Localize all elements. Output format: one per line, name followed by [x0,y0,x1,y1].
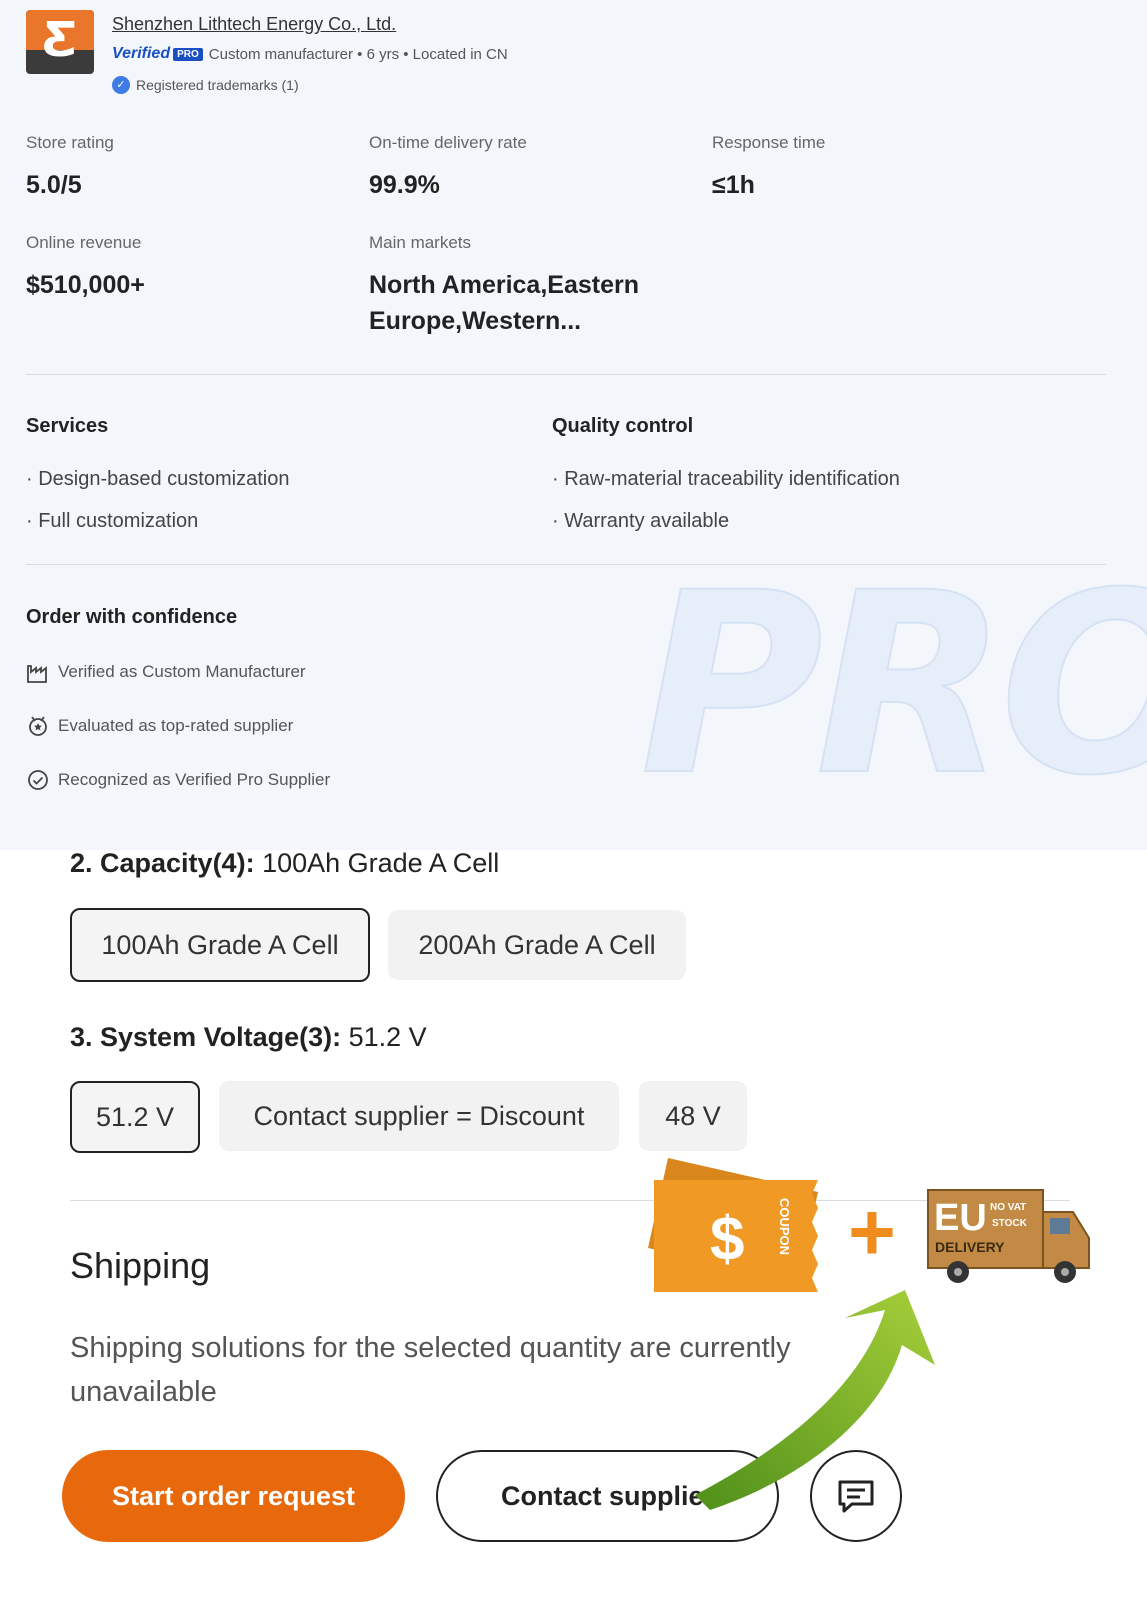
stat-store-rating: Store rating 5.0/5 [26,133,114,203]
stock-label: STOCK [992,1218,1028,1229]
stat-value: 99.9% [369,171,440,199]
green-arrow [695,1290,935,1510]
delivery-truck-icon: EU NO VAT STOCK DELIVERY [927,1189,1090,1283]
pro-badge: PRO [173,47,203,61]
services-title: Services [26,415,109,437]
start-order-button[interactable]: Start order request [62,1450,405,1542]
eu-label: EU [934,1197,987,1239]
capacity-selected-value: 100Ah Grade A Cell [262,848,500,878]
coupon-symbol: $ [710,1205,744,1274]
voltage-selected-value: 51.2 V [348,1022,427,1052]
verified-row: Verified PRO Custom manufacturer • 6 yrs… [112,45,508,63]
plus-sign: + [848,1187,896,1278]
supplier-card: PRO Ƹ Shenzhen Lithtech Energy Co., Ltd.… [0,0,1147,850]
delivery-label: DELIVERY [935,1239,1005,1255]
quality-title: Quality control [552,415,694,437]
capacity-option-200ah[interactable]: 200Ah Grade A Cell [388,910,686,980]
supplier-meta: Custom manufacturer • 6 yrs • Located in… [208,45,508,63]
stat-label: Online revenue [26,233,142,252]
stat-main-markets: Main markets North America,Eastern Europ… [369,233,699,339]
stat-value: 5.0/5 [26,171,82,199]
pro-watermark: PRO [639,539,1147,830]
quality-item: · Raw-material traceability identificati… [552,468,900,490]
no-vat-label: NO VAT [990,1202,1026,1213]
medal-icon [29,716,47,736]
badge-check-icon: ✓ [112,76,130,94]
verified-label: Verified [112,45,171,62]
confidence-item-manufacturer: Verified as Custom Manufacturer [26,660,306,684]
confidence-item-pro: Recognized as Verified Pro Supplier [26,768,330,792]
stat-label: Store rating [26,133,114,152]
capacity-heading: 2. Capacity(4): 100Ah Grade A Cell [70,848,499,879]
voltage-option-51-2v[interactable]: 51.2 V [70,1081,200,1153]
supplier-name-link[interactable]: Shenzhen Lithtech Energy Co., Ltd. [112,14,396,35]
services-item: · Design-based customization [26,468,290,490]
check-circle-icon [28,770,48,790]
confidence-label: Verified as Custom Manufacturer [58,662,306,681]
factory-icon [27,665,47,683]
voltage-label: 3. System Voltage(3): [70,1022,342,1052]
confidence-title: Order with confidence [26,606,238,628]
confidence-label: Recognized as Verified Pro Supplier [58,770,331,789]
confidence-item-top-rated: Evaluated as top-rated supplier [26,714,293,738]
services-item: · Full customization [26,510,199,532]
coupon-text: COUPON [777,1198,792,1255]
supplier-logo[interactable]: Ƹ [26,10,94,74]
stat-label: Response time [712,133,826,152]
voltage-heading: 3. System Voltage(3): 51.2 V [70,1022,427,1053]
trademarks-label: Registered trademarks (1) [136,77,299,93]
coupon-icon: $ COUPON [648,1158,818,1292]
voltage-option-48v[interactable]: 48 V [639,1081,747,1151]
stat-response-time: Response time ≤1h [712,133,825,203]
divider [26,564,1106,565]
stat-online-revenue: Online revenue $510,000+ [26,233,145,303]
stat-value: ≤1h [712,171,755,199]
quality-item: · Warranty available [552,510,730,532]
shipping-title: Shipping [70,1245,211,1286]
capacity-option-100ah[interactable]: 100Ah Grade A Cell [70,908,370,982]
voltage-option-contact-discount[interactable]: Contact supplier = Discount [219,1081,619,1151]
capacity-label: 2. Capacity(4): [70,848,255,878]
stat-value: North America,Eastern Europe,Western... [369,271,639,335]
confidence-label: Evaluated as top-rated supplier [58,716,294,735]
trademarks-row[interactable]: ✓ Registered trademarks (1) [112,76,299,94]
divider [26,374,1106,375]
stat-label: Main markets [369,233,472,252]
promo-overlay: $ COUPON + EU NO VAT STOCK DELIVERY [648,1158,1090,1510]
stat-on-time: On-time delivery rate 99.9% [369,133,527,203]
stat-value: $510,000+ [26,271,145,299]
stat-label: On-time delivery rate [369,133,527,152]
